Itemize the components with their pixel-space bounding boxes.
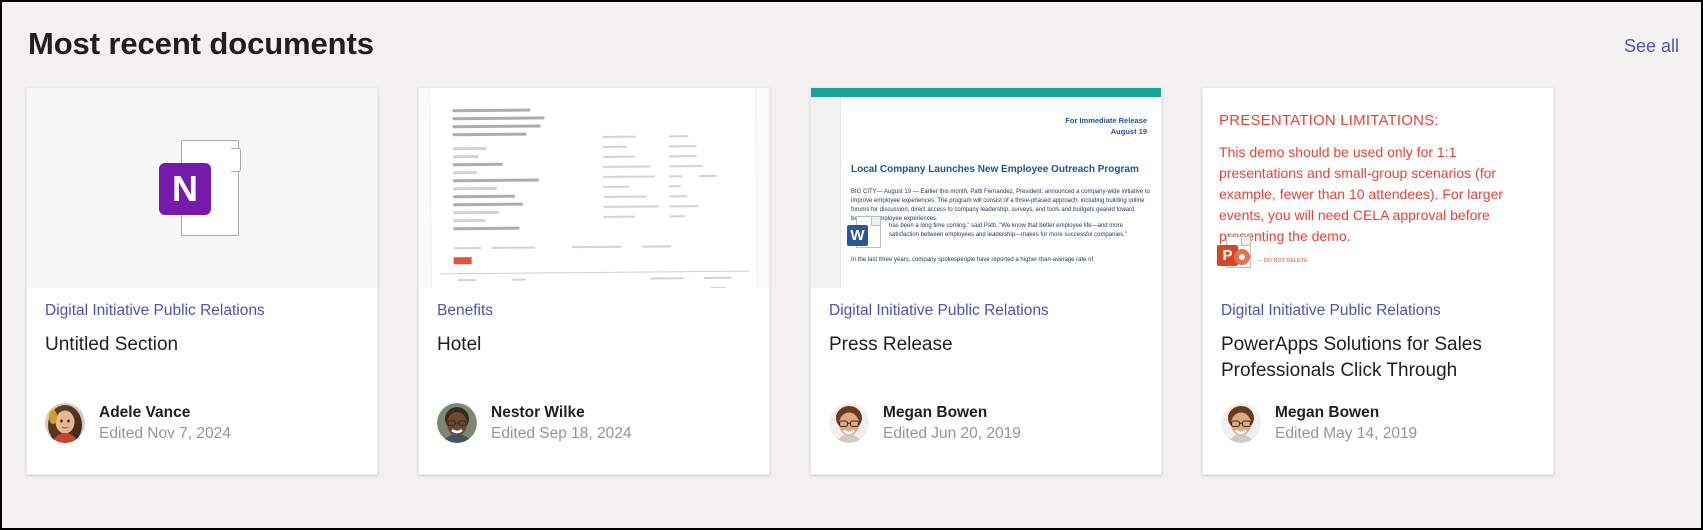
onenote-icon: N: [159, 140, 245, 236]
onenote-letter: N: [159, 163, 211, 215]
page-title: Most recent documents: [28, 26, 374, 61]
document-title: PowerApps Solutions for Sales Profession…: [1221, 334, 1482, 381]
document-thumbnail: [419, 88, 769, 288]
doc-header-line-2: August 19: [1110, 127, 1147, 136]
document-thumbnail: For Immediate Release August 19 Local Co…: [811, 88, 1161, 288]
powerpoint-file-badge: P: [1217, 236, 1251, 270]
slide-body: This demo should be used only for 1:1 pr…: [1219, 144, 1504, 244]
edited-date: Edited Sep 18, 2024: [491, 424, 632, 442]
badge-note: – DO NOT DELETE: [1259, 258, 1308, 264]
doc-body-paragraph-1: BIG CITY— August 19 — Earlier this month…: [851, 189, 1150, 222]
author-name: Nestor Wilke: [491, 403, 585, 421]
stamp-mark: [453, 257, 472, 265]
document-card[interactable]: Benefits Hotel Nestor Wilke Edited Sep 1…: [418, 87, 770, 475]
document-title: Press Release: [829, 334, 953, 355]
document-card[interactable]: PRESENTATION LIMITATIONS: This demo shou…: [1202, 87, 1554, 475]
document-title: Hotel: [437, 334, 482, 355]
card-footer: Megan Bowen Edited Jun 20, 2019: [811, 386, 1161, 474]
avatar: [1221, 403, 1261, 443]
doc-body-paragraph-3: In the last three years, company spokesp…: [851, 257, 1094, 263]
author-name: Megan Bowen: [883, 403, 988, 421]
see-all-link[interactable]: See all: [1624, 36, 1679, 57]
doc-headline: Local Company Launches New Employee Outr…: [851, 164, 1139, 175]
scanned-receipt: [430, 88, 757, 288]
card-body: Digital Initiative Public Relations Unti…: [27, 288, 377, 386]
page-margin: [811, 97, 841, 288]
author-name: Adele Vance: [99, 403, 191, 421]
site-link[interactable]: Digital Initiative Public Relations: [1221, 302, 1535, 320]
card-body: Digital Initiative Public Relations Powe…: [1203, 288, 1553, 386]
card-footer: Nestor Wilke Edited Sep 18, 2024: [419, 386, 769, 474]
card-meta: Adele Vance Edited Nov 7, 2024: [99, 403, 231, 444]
edited-date: Edited Jun 20, 2019: [883, 424, 1021, 442]
document-card-grid: N Digital Initiative Public Relations Un…: [26, 87, 1681, 477]
document-title: Untitled Section: [45, 334, 179, 355]
page-fold: [871, 217, 880, 226]
doc-header-line-1: For Immediate Release: [1065, 116, 1147, 125]
card-footer: Megan Bowen Edited May 14, 2019: [1203, 386, 1553, 474]
avatar-image: [45, 403, 85, 443]
page-fold: [1241, 237, 1250, 246]
avatar: [45, 403, 85, 443]
avatar: [437, 403, 477, 443]
avatar: [829, 403, 869, 443]
section-header: Most recent documents See all: [2, 2, 1701, 90]
edited-date: Edited May 14, 2019: [1275, 424, 1418, 442]
powerpoint-donut-icon: [1234, 249, 1250, 265]
avatar-image: [437, 403, 477, 443]
most-recent-documents-section: Most recent documents See all N Digital …: [0, 0, 1703, 530]
card-body: Digital Initiative Public Relations Pres…: [811, 288, 1161, 386]
section-tab-shape: [231, 148, 241, 172]
card-meta: Nestor Wilke Edited Sep 18, 2024: [491, 403, 631, 444]
word-letter: W: [847, 225, 868, 246]
document-card[interactable]: For Immediate Release August 19 Local Co…: [810, 87, 1162, 475]
avatar-image: [829, 403, 869, 443]
avatar-image: [1221, 403, 1261, 443]
site-link[interactable]: Digital Initiative Public Relations: [45, 302, 359, 320]
edited-date: Edited Nov 7, 2024: [99, 424, 231, 442]
slide-title: PRESENTATION LIMITATIONS:: [1219, 112, 1439, 129]
author-name: Megan Bowen: [1275, 403, 1380, 421]
card-meta: Megan Bowen Edited May 14, 2019: [1275, 403, 1417, 444]
document-thumbnail: N: [27, 88, 377, 288]
site-link[interactable]: Digital Initiative Public Relations: [829, 302, 1143, 320]
accent-strip: [811, 88, 1161, 97]
site-link[interactable]: Benefits: [437, 302, 751, 320]
card-meta: Megan Bowen Edited Jun 20, 2019: [883, 403, 1021, 444]
word-file-badge: W: [847, 216, 881, 250]
card-body: Benefits Hotel: [419, 288, 769, 386]
document-card[interactable]: N Digital Initiative Public Relations Un…: [26, 87, 378, 475]
card-footer: Adele Vance Edited Nov 7, 2024: [27, 386, 377, 474]
doc-body-paragraph-2: has been a long time coming," said Patti…: [889, 223, 1127, 238]
document-thumbnail: PRESENTATION LIMITATIONS: This demo shou…: [1203, 88, 1553, 288]
